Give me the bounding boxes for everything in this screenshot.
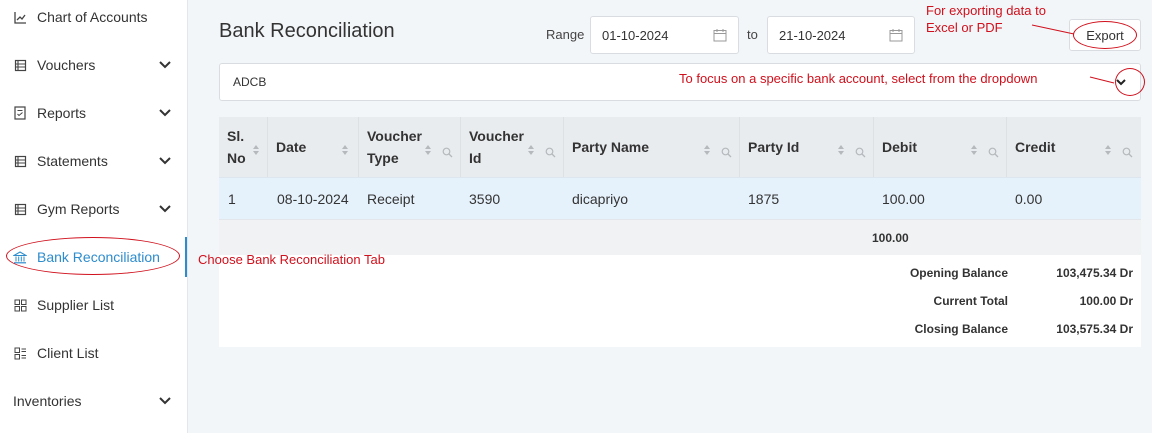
sort-icon[interactable] bbox=[836, 141, 846, 155]
search-icon[interactable] bbox=[1122, 142, 1133, 158]
sidebar-item-statements[interactable]: Statements bbox=[0, 141, 187, 181]
column-header-credit[interactable]: Credit bbox=[1007, 117, 1141, 177]
tab-annotation: Choose Bank Reconciliation Tab bbox=[198, 252, 385, 267]
cell-voucher-type: Receipt bbox=[367, 190, 415, 207]
sort-icon[interactable] bbox=[526, 141, 536, 155]
sort-icon[interactable] bbox=[423, 141, 433, 155]
chevron-down-icon bbox=[159, 395, 171, 407]
sidebar-item-client-list[interactable]: Client List bbox=[0, 333, 187, 373]
bank-account-value: ADCB bbox=[233, 75, 267, 89]
sidebar-item-label: Chart of Accounts bbox=[37, 9, 148, 25]
to-date-field[interactable]: 21-10-2024 bbox=[767, 16, 915, 54]
cell-sl-no: 1 bbox=[228, 190, 236, 207]
sidebar-item-label: Inventories bbox=[13, 393, 82, 409]
annotation-pointer-line bbox=[1089, 76, 1115, 84]
gym-report-icon bbox=[13, 202, 27, 216]
sidebar-item-label: Statements bbox=[37, 153, 108, 169]
page-title: Bank Reconciliation bbox=[219, 20, 395, 42]
from-date-value: 01-10-2024 bbox=[602, 27, 669, 43]
sidebar-item-gym-reports[interactable]: Gym Reports bbox=[0, 189, 187, 229]
sort-icon[interactable] bbox=[702, 141, 712, 155]
search-icon[interactable] bbox=[721, 142, 732, 158]
cell-debit: 100.00 bbox=[882, 190, 925, 207]
chart-icon bbox=[13, 10, 27, 24]
reconciliation-table: Sl. No Date Voucher Type Voucher Id Party N… bbox=[219, 117, 1141, 347]
opening-balance-value: 103,475.34 Dr bbox=[1056, 266, 1133, 280]
sort-icon[interactable] bbox=[251, 141, 261, 155]
table-row[interactable]: 1 08-10-2024 Receipt 3590 dicapriyo 1875… bbox=[219, 177, 1141, 219]
search-icon[interactable] bbox=[545, 142, 556, 158]
sidebar-item-label: Supplier List bbox=[37, 297, 115, 313]
chevron-down-icon bbox=[159, 59, 171, 71]
voucher-icon bbox=[13, 58, 27, 72]
column-header-voucher-type[interactable]: Voucher Type bbox=[359, 117, 461, 177]
tab-highlight-oval bbox=[6, 237, 180, 275]
sidebar-item-reports[interactable]: Reports bbox=[0, 93, 187, 133]
column-header-sl-no[interactable]: Sl. No bbox=[219, 117, 268, 177]
dropdown-highlight-oval bbox=[1115, 68, 1145, 96]
export-annotation: For exporting data to Excel or PDF bbox=[926, 3, 1046, 35]
chevron-down-icon bbox=[159, 107, 171, 119]
cell-party-name: dicapriyo bbox=[572, 190, 629, 207]
chevron-down-icon bbox=[159, 155, 171, 167]
annotation-pointer-line bbox=[1031, 24, 1075, 35]
current-total-label: Current Total bbox=[933, 294, 1008, 308]
dropdown-annotation: To focus on a specific bank account, sel… bbox=[679, 71, 1038, 86]
balance-summary: Opening Balance 103,475.34 Dr Current To… bbox=[219, 255, 1141, 347]
calendar-icon[interactable] bbox=[889, 28, 903, 42]
sidebar-item-supplier-list[interactable]: Supplier List bbox=[0, 285, 187, 325]
list-icon bbox=[13, 346, 27, 360]
cell-party-id: 1875 bbox=[748, 190, 780, 207]
totals-row: 100.00 bbox=[219, 219, 1141, 255]
chevron-down-icon bbox=[159, 203, 171, 215]
debit-total: 100.00 bbox=[872, 230, 909, 245]
sidebar-item-label: Reports bbox=[37, 105, 87, 121]
calendar-icon[interactable] bbox=[713, 28, 727, 42]
cell-voucher-id: 3590 bbox=[469, 190, 501, 207]
sort-icon[interactable] bbox=[340, 141, 350, 155]
to-date-value: 21-10-2024 bbox=[779, 27, 846, 43]
sidebar-item-label: Vouchers bbox=[37, 57, 96, 73]
sidebar: Chart of Accounts Vouchers Reports State… bbox=[0, 0, 188, 433]
search-icon[interactable] bbox=[855, 142, 866, 158]
cell-credit: 0.00 bbox=[1015, 190, 1043, 207]
table-header: Sl. No Date Voucher Type Voucher Id Party N… bbox=[219, 117, 1141, 177]
cell-date: 08-10-2024 bbox=[277, 190, 349, 207]
column-header-party-id[interactable]: Party Id bbox=[740, 117, 874, 177]
column-header-debit[interactable]: Debit bbox=[874, 117, 1007, 177]
sort-icon[interactable] bbox=[969, 141, 979, 155]
range-label: Range bbox=[546, 27, 585, 42]
column-header-date[interactable]: Date bbox=[268, 117, 359, 177]
closing-balance-label: Closing Balance bbox=[914, 322, 1008, 336]
grid-icon bbox=[13, 298, 27, 312]
report-icon bbox=[13, 106, 27, 120]
column-header-party-name[interactable]: Party Name bbox=[564, 117, 740, 177]
statement-icon bbox=[13, 154, 27, 168]
sort-icon[interactable] bbox=[1103, 141, 1113, 155]
search-icon[interactable] bbox=[442, 142, 453, 158]
sidebar-item-vouchers[interactable]: Vouchers bbox=[0, 45, 187, 85]
to-label: to bbox=[747, 27, 758, 42]
column-header-voucher-id[interactable]: Voucher Id bbox=[461, 117, 564, 177]
from-date-field[interactable]: 01-10-2024 bbox=[590, 16, 739, 54]
sidebar-item-chart-of-accounts[interactable]: Chart of Accounts bbox=[0, 0, 187, 37]
opening-balance-label: Opening Balance bbox=[909, 266, 1008, 280]
sidebar-item-inventories[interactable]: Inventories bbox=[0, 381, 187, 421]
current-total-value: 100.00 Dr bbox=[1079, 294, 1133, 308]
sidebar-item-label: Gym Reports bbox=[37, 201, 120, 217]
sidebar-item-label: Client List bbox=[37, 345, 99, 361]
search-icon[interactable] bbox=[988, 142, 999, 158]
closing-balance-value: 103,575.34 Dr bbox=[1056, 322, 1133, 336]
export-highlight-oval bbox=[1073, 21, 1137, 49]
